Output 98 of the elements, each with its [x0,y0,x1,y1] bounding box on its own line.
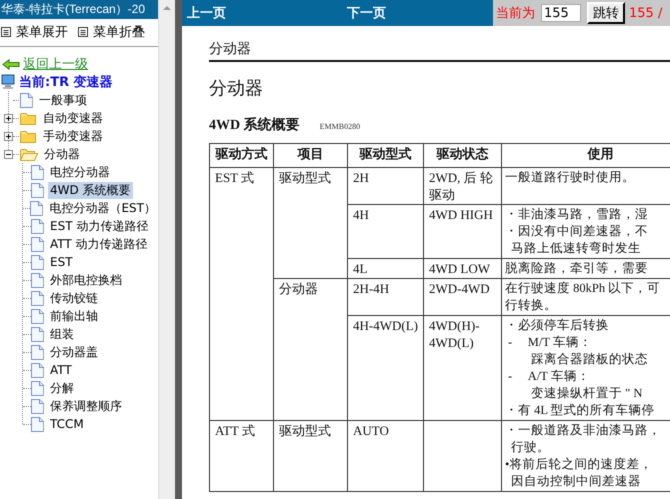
tree-item[interactable]: 保养调整顺序 [48,398,124,414]
tree-item[interactable]: 传动铰链 [48,290,100,306]
page-input-field[interactable]: 155 [541,4,581,22]
left-arrow-icon[interactable] [2,58,20,70]
document-icon [31,290,44,306]
usage-line: •将前后轮之间的速度差， [505,456,654,473]
document-icon [31,272,44,288]
tree-item[interactable]: 电控分动器（EST） [47,200,158,216]
tree-item[interactable]: 手动变速器 [41,128,105,144]
open-folder-icon [20,148,38,160]
table-cell: 4WD LOW [424,258,502,278]
usage-line: 踩离合器踏板的状态 [530,351,649,368]
tree-item[interactable]: EST 动力传递路径 [48,218,150,234]
tree-item[interactable]: 前输出轴 [48,308,100,324]
usage-line: 行驶。 [510,439,551,456]
tree-item[interactable]: 4WD 系统概要 [48,182,133,198]
column-header: 驱动状态 [424,144,502,168]
table-cell: 4WD(H)-4WD(L) [424,316,502,420]
usage-line: 在行驶速度 80kPh 以下，可 [505,280,662,297]
usage-line: 变速操纵杆置于 " N [530,385,644,402]
section-heading: 分动器 [209,40,670,62]
tree-item[interactable]: 一般事项 [37,92,89,108]
table-cell: 2H-4H [348,278,424,316]
tree-item[interactable]: ATT 动力传递路径 [48,236,150,252]
tree-item[interactable]: EST [48,255,75,269]
document-code: EMMB0280 [320,122,360,131]
document-icon [31,236,44,252]
menu-icon[interactable] [78,26,88,36]
previous-page-link[interactable]: 上一页 [187,4,347,22]
document-icon [31,398,44,414]
table-cell: 2H [348,168,424,204]
tree-item[interactable]: ATT [48,363,74,377]
expand-box-icon[interactable] [4,114,13,122]
column-header: 使用 [502,144,670,168]
menu-icon[interactable] [1,26,11,36]
tree-item[interactable]: 组装 [48,326,76,342]
usage-line: ・一般道路及非油漆马路， [505,422,662,439]
current-location: 当前:TR 变速器 [19,74,113,91]
next-page-link[interactable]: 下一页 [347,4,386,22]
document-icon [31,326,44,342]
menu-link[interactable]: 菜单展开 [16,22,68,40]
computer-icon [1,74,15,90]
window-title: 华泰-特拉卡(Terrecan）-20 [0,0,158,19]
document-icon [31,308,44,324]
usage-line: ・因没有中间差速器，不 [505,223,649,240]
document-icon [31,164,44,180]
usage-line: - M/T 车辆： [507,334,593,351]
tree-item[interactable]: 电控分动器 [48,164,112,180]
tree-item[interactable]: 外部电控换档 [48,272,124,288]
page-label: 当前为 [496,5,535,22]
document-icon [31,182,44,198]
expand-box-icon[interactable] [4,132,13,140]
folder-icon [20,130,37,142]
tree-item[interactable]: TCCM [48,417,86,431]
collapse-box-icon[interactable] [4,150,13,158]
document-icon [31,380,44,396]
usage-line: - A/T 车辆： [507,368,591,385]
document-icon [31,362,44,378]
document-icon [30,200,44,216]
usage-line: 因自动控制中间差速器 [510,473,642,490]
back-link[interactable]: 返回上一级 [23,55,88,73]
table-cell: EST 式 [210,168,274,420]
folder-icon [20,112,37,124]
document-icon [31,344,44,360]
table-cell: 4H [348,204,424,258]
page-title: 分动器 [209,77,264,100]
subsection-heading: 4WD 系统概要 [209,116,300,134]
usage-line: 脱离险路，牵引等，需要 [505,260,649,277]
column-header: 项目 [274,144,348,168]
usage-line: 行转换。 [505,297,558,314]
table-cell: 分动器 [274,278,348,420]
table-cell: AUTO [348,420,424,492]
column-header: 驱动方式 [210,144,274,168]
document-icon [31,416,44,432]
tree-item[interactable]: 分解 [48,380,76,396]
tree-item[interactable]: 自动变速器 [41,110,105,126]
tree-item[interactable]: 分动器盖 [48,344,100,360]
document-icon [31,254,44,270]
table-cell: 4L [348,258,424,278]
document-icon [20,92,33,108]
usage-line: ・必须停车后转换 [505,317,610,334]
usage-line: ・有 4L 型式的所有车辆停 [505,402,656,419]
table-cell: 2WD, 后 轮驱动 [424,168,502,204]
table-cell: 4H-4WD(L) [348,316,424,420]
menu-link[interactable]: 菜单折叠 [93,22,145,40]
document-icon [31,218,44,234]
usage-line: 一般道路行驶时使用。 [505,169,636,186]
tree-item[interactable]: 分动器 [42,146,82,162]
table-cell: 2WD-4WD [424,278,502,316]
usage-line: ・非油漆马路，雪路，湿 [505,206,649,223]
table-cell: ATT 式 [210,420,274,492]
jump-button[interactable]: 跳转 [587,2,625,24]
table-cell: 驱动型式 [274,420,348,492]
column-header: 驱动型式 [348,144,424,168]
table-cell: 4WD HIGH [424,204,502,258]
page-count: 155 / [629,6,662,20]
usage-line: 马路上低速转弯时发生 [510,240,642,257]
table-cell: 驱动型式 [274,168,348,278]
